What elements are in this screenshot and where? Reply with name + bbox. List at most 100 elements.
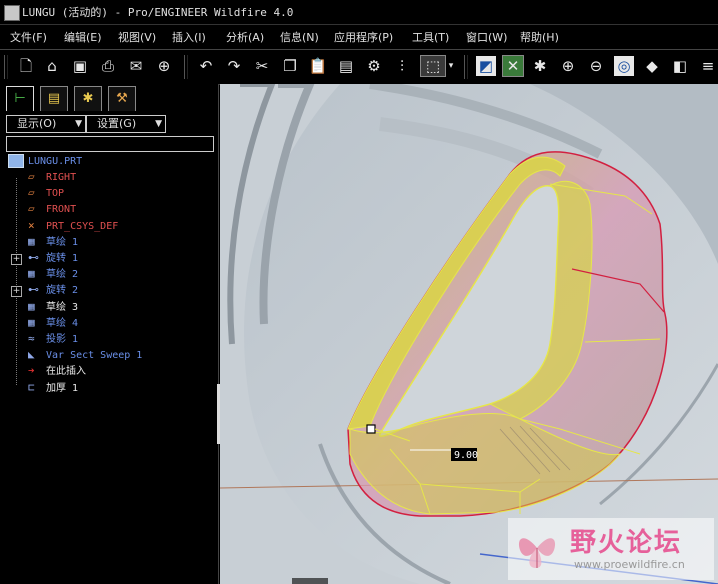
tree-filter-input[interactable] (6, 136, 214, 152)
model-view: 9.00 (220, 84, 718, 584)
model-tree-tab-icon[interactable]: ⊢ (6, 86, 34, 111)
shading-icon[interactable]: ◆ (642, 56, 662, 76)
menu-file[interactable]: 文件(F) (10, 29, 47, 45)
menu-insert[interactable]: 插入(I) (172, 29, 206, 45)
tree-item[interactable]: ▱ RIGHT (28, 170, 76, 186)
tree-item[interactable]: ▱ FRONT (28, 202, 76, 218)
app-icon (4, 5, 20, 21)
tree-item[interactable]: ≈ 投影 1 (28, 332, 78, 348)
select-dropdown-icon[interactable]: ▾ (446, 56, 456, 76)
tree-item-label: 投影 1 (46, 334, 79, 345)
favorites-tab-icon[interactable]: ✱ (74, 86, 102, 111)
zoom-in-icon[interactable]: ⊕ (558, 56, 578, 76)
menu-analysis[interactable]: 分析(A) (226, 29, 264, 45)
tree-item[interactable]: ▦ 草绘 4 (28, 316, 78, 332)
tree-item[interactable]: ⊷ 旋转 1 (28, 251, 78, 267)
model-tree-icon[interactable]: ⫶ (392, 56, 412, 76)
settings-dropdown[interactable]: 设置(G) ▼ (86, 115, 166, 133)
tree-item-label: 旋转 1 (46, 253, 79, 264)
show-dropdown-label: 显示(O) (17, 117, 57, 130)
expand-node-icon[interactable]: + (11, 286, 22, 297)
tree-item-label: 加厚 1 (46, 383, 79, 394)
tree-item[interactable]: ▦ 草绘 2 (28, 267, 78, 283)
menu-view[interactable]: 视图(V) (118, 29, 156, 45)
tree-item[interactable]: ➔ 在此插入 (28, 364, 86, 380)
zoom-out-icon[interactable]: ⊖ (586, 56, 606, 76)
menu-bar: 文件(F) 编辑(E) 视图(V) 插入(I) 分析(A) 信息(N) 应用程序… (0, 25, 718, 47)
copy-icon[interactable]: ❐ (280, 56, 300, 76)
menu-edit[interactable]: 编辑(E) (64, 29, 102, 45)
graphics-viewport[interactable]: 9.00 野火论坛 www.proewildfire.cn (220, 84, 718, 584)
repaint-icon[interactable]: ◩ (476, 56, 496, 76)
paste-icon[interactable]: 📋 (308, 56, 328, 76)
revolve-icon: ⊷ (28, 251, 39, 264)
projected-curve-icon: ≈ (28, 332, 35, 345)
sketch-icon: ▦ (28, 267, 35, 280)
refit-icon[interactable]: ◎ (614, 56, 634, 76)
menu-tools[interactable]: 工具(T) (412, 29, 449, 45)
new-file-icon[interactable]: 🗋 (16, 56, 36, 76)
tree-item-label: RIGHT (46, 172, 77, 183)
title-bar: LUNGU (活动的) - Pro/ENGINEER Wildfire 4.0 (0, 0, 718, 25)
connections-tab-icon[interactable]: ⚒ (108, 86, 136, 111)
dimension-value: 9.00 (454, 450, 478, 461)
tree-root-label: LUNGU.PRT (28, 156, 83, 167)
menu-help[interactable]: 帮助(H) (520, 29, 559, 45)
datum-plane-icon: ▱ (28, 186, 35, 199)
coordinate-system-icon: ⨯ (28, 219, 35, 232)
drag-handle[interactable] (366, 424, 376, 434)
show-dropdown[interactable]: 显示(O) ▼ (6, 115, 86, 133)
tree-item[interactable]: ▦ 草绘 1 (28, 235, 78, 251)
print-icon[interactable]: ⎙ (98, 56, 118, 76)
revolve-icon: ⊷ (28, 283, 39, 296)
tree-item-label: 草绘 4 (46, 318, 79, 329)
part-icon (8, 154, 24, 168)
folder-browser-tab-icon[interactable]: ▤ (40, 86, 68, 111)
tree-item-label: 旋转 2 (46, 285, 79, 296)
open-folder-icon[interactable]: ⌂ (42, 56, 62, 76)
menu-window[interactable]: 窗口(W) (466, 29, 507, 45)
toolbar-grip (4, 55, 8, 79)
saved-views-icon[interactable]: ◧ (670, 56, 690, 76)
tree-item[interactable]: ⨯ PRT_CSYS_DEF (28, 219, 118, 235)
tree-guide-line (16, 178, 17, 385)
menu-applications[interactable]: 应用程序(P) (334, 29, 393, 45)
undo-icon[interactable]: ↶ (196, 56, 216, 76)
sketch-icon: ▦ (28, 316, 35, 329)
menu-info[interactable]: 信息(N) (280, 29, 319, 45)
toolbar-separator (464, 55, 468, 79)
toolbar-separator (184, 55, 188, 79)
chevron-down-icon: ▼ (75, 119, 82, 129)
tree-root[interactable]: LUNGU.PRT (8, 154, 82, 170)
tree-item[interactable]: ⊏ 加厚 1 (28, 381, 78, 397)
var-sect-sweep-icon: ◣ (28, 348, 35, 361)
tree-item[interactable]: ⊷ 旋转 2 (28, 283, 78, 299)
status-hint (292, 578, 328, 584)
window-title: LUNGU (活动的) - Pro/ENGINEER Wildfire 4.0 (22, 6, 294, 19)
orient-icon[interactable]: ✱ (530, 56, 550, 76)
datum-plane-icon: ▱ (28, 170, 35, 183)
tree-item[interactable]: ◣ Var Sect Sweep 1 (28, 348, 142, 364)
tree-item-label: 在此插入 (46, 366, 86, 377)
select-box-icon[interactable]: ⬚ (420, 55, 446, 77)
save-copy-icon[interactable]: ⊕ (154, 56, 174, 76)
sketch-icon: ▦ (28, 235, 35, 248)
spin-center-icon[interactable]: ✕ (502, 55, 524, 77)
save-icon[interactable]: ▣ (70, 56, 90, 76)
expand-node-icon[interactable]: + (11, 254, 22, 265)
send-mail-icon[interactable]: ✉ (126, 56, 146, 76)
settings-dropdown-label: 设置(G) (97, 117, 137, 130)
tree-item[interactable]: ▱ TOP (28, 186, 64, 202)
regenerate-icon[interactable]: ⚙ (364, 56, 384, 76)
redo-icon[interactable]: ↷ (224, 56, 244, 76)
layers-icon[interactable]: ≡ (698, 56, 718, 76)
thicken-icon: ⊏ (28, 381, 35, 394)
datum-plane-icon: ▱ (28, 202, 35, 215)
cut-icon[interactable]: ✂ (252, 56, 272, 76)
watermark-url: www.proewildfire.cn (574, 558, 685, 571)
tree-item-label: TOP (46, 188, 65, 199)
paste-special-icon[interactable]: ▤ (336, 56, 356, 76)
tree-item-label: PRT_CSYS_DEF (46, 221, 119, 232)
sketch-icon: ▦ (28, 300, 35, 313)
tree-item[interactable]: ▦ 草绘 3 (28, 300, 78, 316)
